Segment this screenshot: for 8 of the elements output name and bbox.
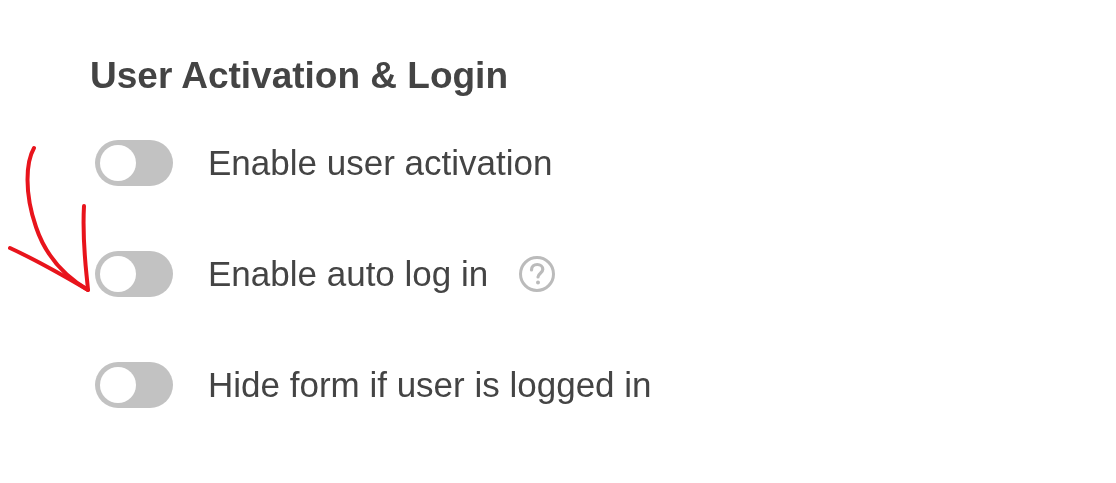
help-icon[interactable] xyxy=(518,255,557,293)
setting-label: Enable auto log in xyxy=(208,253,489,295)
toggle-switch[interactable] xyxy=(95,362,173,408)
setting-label: Enable user activation xyxy=(208,142,553,184)
section-title: User Activation & Login xyxy=(90,54,508,98)
toggle-switch[interactable] xyxy=(95,140,173,186)
setting-label: Hide form if user is logged in xyxy=(208,364,652,406)
toggle-switch[interactable] xyxy=(95,251,173,297)
